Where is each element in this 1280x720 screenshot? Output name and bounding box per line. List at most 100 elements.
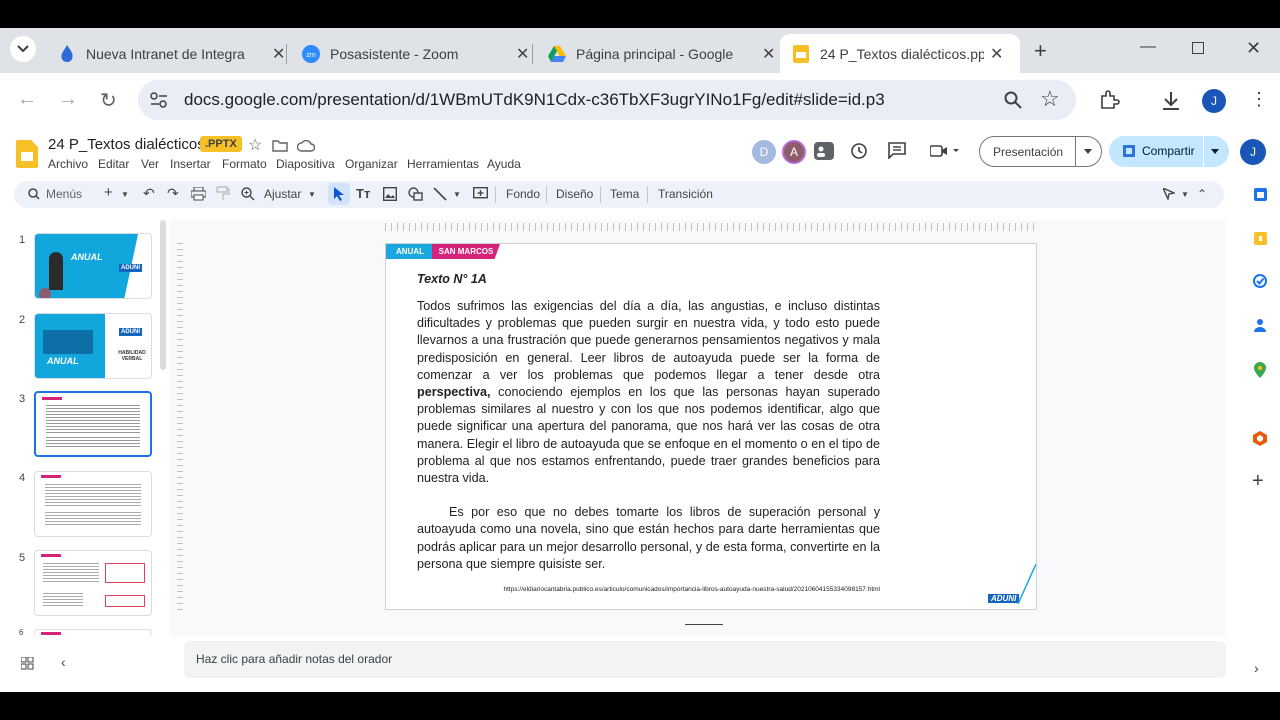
undo-icon[interactable]: ↶ [143,185,155,202]
maps-pin-icon[interactable] [1254,362,1266,378]
tab-zoom[interactable]: zm Posasistente - Zoom ✕ [290,34,541,73]
theme-button[interactable]: Tema [610,187,639,201]
slide-thumbnail-1[interactable]: ANUAL ADUNI [34,233,152,299]
menu-ver[interactable]: Ver [141,157,159,171]
close-tab-icon[interactable]: ✕ [516,44,529,64]
menu-ayuda[interactable]: Ayuda [487,157,521,171]
menu-formato[interactable]: Formato [222,157,267,171]
download-icon[interactable] [1160,90,1182,112]
line-icon[interactable] [433,187,447,201]
collapse-filmstrip-chevron-icon[interactable]: ‹ [61,654,66,670]
cursor-arrow-icon [334,187,344,201]
menu-insertar[interactable]: Insertar [170,157,211,171]
keep-icon[interactable] [1254,232,1267,245]
document-title[interactable]: 24 P_Textos dialécticos [48,136,205,153]
collaborator-avatar[interactable]: A [782,140,806,164]
menu-diapositiva[interactable]: Diapositiva [276,157,335,171]
pen-cursor-icon[interactable] [1163,188,1175,200]
chevron-down-icon[interactable]: ▼ [121,190,129,199]
cloud-status-icon[interactable] [297,139,315,152]
minimize-button[interactable]: — [1140,38,1156,56]
extensions-puzzle-icon[interactable] [1098,90,1120,112]
print-icon[interactable] [191,187,206,201]
tab-google-slides[interactable]: 24 P_Textos dialécticos.pp ✕ [780,34,1020,73]
tab-google-drive[interactable]: Página principal - Google ✕ [536,34,787,73]
tag-anual: ANUAL [386,244,434,259]
add-addon-plus-icon[interactable]: + [1252,470,1264,493]
slide-thumbnail-4[interactable] [34,471,152,537]
transition-button[interactable]: Transición [658,187,713,201]
meet-camera-icon[interactable] [930,144,960,158]
chevron-down-icon[interactable]: ▼ [453,190,461,199]
menu-archivo[interactable]: Archivo [48,157,88,171]
select-tool-button[interactable] [328,183,350,205]
redo-icon[interactable]: ↷ [167,185,179,202]
browser-menu-kebab-icon[interactable]: ⋮ [1250,89,1268,110]
insert-image-icon[interactable] [383,187,397,201]
close-tab-icon[interactable]: ✕ [272,44,285,64]
forward-arrow-icon[interactable]: → [58,88,78,111]
tab-search-button[interactable] [10,36,36,62]
chevron-down-icon[interactable]: ▼ [1181,190,1189,199]
menu-editar[interactable]: Editar [98,157,129,171]
chevron-down-icon[interactable]: ▼ [308,190,316,199]
slide-thumbnail-3-selected[interactable] [34,391,152,457]
zoom-icon[interactable] [241,187,255,201]
tasks-icon[interactable] [1253,274,1267,288]
search-icon[interactable] [28,188,40,200]
speaker-notes-placeholder: Haz clic para añadir notas del orador [196,652,393,666]
close-tab-icon[interactable]: ✕ [990,44,1003,64]
speaker-notes-area[interactable]: Haz clic para añadir notas del orador [184,641,1226,678]
add-comment-icon[interactable] [473,187,488,201]
paint-format-icon[interactable] [216,186,230,201]
menu-organizar[interactable]: Organizar [345,157,398,171]
version-history-icon[interactable] [850,142,868,160]
menu-herramientas[interactable]: Herramientas [407,157,479,171]
chevron-down-icon[interactable] [1211,149,1219,154]
zoom-select[interactable]: Ajustar [264,187,301,201]
share-button[interactable]: Compartir [1142,144,1195,158]
present-button[interactable]: Presentación [993,145,1063,159]
grid-view-icon[interactable] [21,657,34,670]
google-slides-logo-icon[interactable] [16,140,38,168]
chevron-down-icon[interactable] [1084,149,1092,154]
zoom-magnifier-icon[interactable] [1004,91,1022,109]
text-box-icon[interactable]: Tт [356,186,370,201]
background-button[interactable]: Fondo [506,187,540,201]
slide-thumbnail-6[interactable] [34,629,152,636]
restore-button[interactable] [1192,42,1204,54]
close-window-button[interactable]: ✕ [1246,38,1261,59]
menus-search-input[interactable]: Menús [46,187,82,201]
shape-icon[interactable] [408,187,423,201]
site-settings-icon[interactable] [150,92,168,108]
google-slides-icon [792,44,810,63]
new-slide-plus-icon[interactable]: + [104,184,113,201]
collaborators-icon[interactable] [814,142,834,160]
omnibox[interactable]: docs.google.com/presentation/d/1WBmUTdK9… [138,80,1076,120]
collaborator-avatar[interactable]: D [752,140,776,164]
slide-heading[interactable]: Texto N° 1A [417,272,487,286]
notes-resize-handle[interactable] [685,624,723,625]
expand-side-panel-chevron-icon[interactable]: › [1254,660,1259,676]
calendar-icon[interactable] [1254,188,1267,201]
current-slide[interactable]: ANUAL SAN MARCOS Texto N° 1A Todos sufri… [385,243,1037,610]
slide-thumbnail-2[interactable]: ANUAL ADUNI HABILIDAD VERBAL [34,313,152,379]
collapse-toolbar-icon[interactable]: ⌃ [1197,187,1207,201]
filmstrip-scrollbar[interactable] [160,220,166,370]
back-arrow-icon[interactable]: ← [17,88,37,111]
tab-intranet[interactable]: Nueva Intranet de Integra ✕ [46,34,297,73]
close-tab-icon[interactable]: ✕ [762,44,775,64]
bookmark-star-icon[interactable]: ☆ [1040,86,1060,112]
star-icon[interactable]: ☆ [248,135,262,155]
slide-body-text[interactable]: Todos sufrimos las exigencias del día a … [417,298,880,573]
layout-button[interactable]: Diseño [556,187,593,201]
reload-icon[interactable]: ↻ [100,88,117,113]
profile-avatar[interactable]: J [1202,89,1226,113]
addon-icon[interactable] [1253,431,1267,446]
move-folder-icon[interactable] [272,139,288,152]
slide-thumbnail-5[interactable] [34,550,152,616]
contacts-icon[interactable] [1254,318,1266,332]
account-avatar[interactable]: J [1240,139,1266,165]
comments-icon[interactable] [888,142,906,159]
new-tab-button[interactable]: + [1034,38,1047,64]
